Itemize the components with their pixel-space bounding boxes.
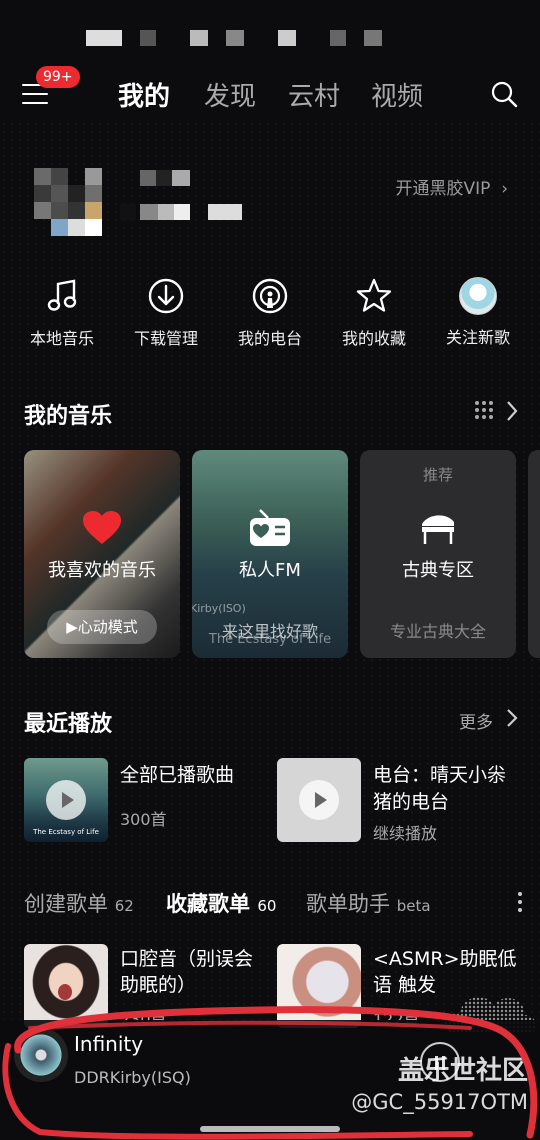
star-icon xyxy=(356,278,392,312)
radio-icon xyxy=(250,509,290,546)
recent-radio[interactable]: 电台：晴天小尜猪的电台 继续播放 xyxy=(277,758,527,843)
more-options-icon[interactable] xyxy=(518,892,524,914)
cover-detail xyxy=(58,984,72,1000)
tab-count: beta xyxy=(396,897,431,915)
card-title: 我喜欢的音乐 xyxy=(48,560,156,581)
avatar-icon xyxy=(459,277,497,315)
radio-cover xyxy=(277,758,361,842)
tab-community[interactable]: 云村 xyxy=(288,76,340,113)
music-note-icon xyxy=(47,279,77,311)
grid-chevron-icon[interactable] xyxy=(474,400,518,422)
recent-item-subtitle: 300首 xyxy=(120,810,167,829)
tab-collected-playlists[interactable]: 收藏歌单 60 xyxy=(166,888,276,918)
heart-mode-label: 心动模式 xyxy=(77,618,138,636)
recent-item-subtitle: 继续播放 xyxy=(373,824,438,843)
recent-item-title: 全部已播歌曲 xyxy=(120,764,235,786)
album-disc[interactable] xyxy=(14,1028,68,1082)
tab-discover[interactable]: 发现 xyxy=(204,76,256,113)
shortcut-label: 我的收藏 xyxy=(341,329,406,348)
album-cover: The Ecstasy of Life xyxy=(24,758,108,842)
now-playing-artist: DDRKirby(ISQ) xyxy=(74,1068,191,1087)
card-liked-music[interactable]: 我喜欢的音乐 ▶心动模式 xyxy=(24,450,180,658)
playlist-item[interactable]: 口腔音（别误会助眠的） 230首 xyxy=(24,944,254,1029)
mini-player[interactable]: Infinity DDRKirby(ISQ) 盖乐世社区 @GC_55917OT… xyxy=(0,1020,540,1120)
playlist-tabs: 创建歌单 62 收藏歌单 60 歌单助手 beta xyxy=(24,888,524,924)
card-next[interactable] xyxy=(528,450,540,658)
cover-credit: Kirby(ISO) xyxy=(192,602,246,615)
tab-video[interactable]: 视频 xyxy=(371,76,423,113)
card-title: 古典专区 xyxy=(402,560,474,581)
more-label: 更多 xyxy=(459,713,493,733)
heart-icon xyxy=(83,511,121,544)
heart-mode-button[interactable]: ▶心动模式 xyxy=(47,610,157,644)
status-bar xyxy=(0,0,540,60)
shortcut-favorites[interactable]: 我的收藏 xyxy=(322,276,426,349)
tab-playlist-assistant[interactable]: 歌单助手 beta xyxy=(306,888,431,918)
card-title: 私人FM xyxy=(239,560,301,581)
piano-icon xyxy=(422,515,454,544)
playlist-title: 口腔音（别误会助眠的） xyxy=(120,948,254,996)
playlist-cover xyxy=(277,944,361,1028)
shortcut-new-songs[interactable]: 关注新歌 xyxy=(426,276,530,348)
shortcut-label: 关注新歌 xyxy=(445,328,510,347)
playlist-cover xyxy=(24,944,108,1028)
recent-all-played[interactable]: The Ecstasy of Life 全部已播歌曲 300首 xyxy=(24,758,254,842)
cover-text: The Ecstasy of Life xyxy=(33,828,99,836)
shortcut-label: 本地音乐 xyxy=(29,329,94,348)
tab-created-playlists[interactable]: 创建歌单 62 xyxy=(24,888,134,918)
tab-label: 歌单助手 xyxy=(306,892,390,916)
tab-count: 62 xyxy=(114,897,134,915)
shortcut-downloads[interactable]: 下载管理 xyxy=(114,276,218,349)
notification-badge: 99+ xyxy=(36,66,80,88)
download-icon xyxy=(148,278,184,314)
card-subtitle: 专业古典大全 xyxy=(389,622,486,641)
recent-more-link[interactable]: 更多 xyxy=(459,708,493,733)
chevron-right-icon xyxy=(507,709,518,727)
tab-label: 收藏歌单 xyxy=(166,892,250,916)
play-icon[interactable] xyxy=(46,780,86,820)
tab-count: 60 xyxy=(257,897,277,915)
shortcut-row: 本地音乐 下载管理 我的电台 我的收藏 关注新歌 xyxy=(0,276,540,356)
top-navigation: 99+ 我的 发现 云村 视频 xyxy=(0,62,540,126)
chevron-right-icon: › xyxy=(495,179,508,199)
tab-mine[interactable]: 我的 xyxy=(118,76,170,113)
shortcut-label: 我的电台 xyxy=(237,329,302,348)
play-icon[interactable] xyxy=(299,780,339,820)
card-classical[interactable]: 推荐 古典专区 专业古典大全 xyxy=(360,450,516,658)
cover-text: The Ecstasy of Life xyxy=(208,632,332,647)
recent-list: The Ecstasy of Life 全部已播歌曲 300首 电台：晴天小尜猪… xyxy=(0,758,540,844)
recent-title: 最近播放 xyxy=(24,712,113,737)
vip-link-label: 开通黑胶VIP xyxy=(395,179,491,199)
shortcut-label: 下载管理 xyxy=(133,329,198,348)
shortcut-local-music[interactable]: 本地音乐 xyxy=(10,276,114,349)
watermark-text: 盖乐世社区 xyxy=(397,1056,528,1086)
vip-link[interactable]: 开通黑胶VIP › xyxy=(395,174,508,199)
podcast-icon xyxy=(252,278,288,314)
profile-section[interactable]: 开通黑胶VIP › xyxy=(0,160,540,250)
tab-label: 创建歌单 xyxy=(24,892,108,916)
home-indicator[interactable] xyxy=(200,1126,340,1132)
my-music-cards: 我喜欢的音乐 ▶心动模式 私人FM Kirby(ISO) 来这里找好歌 The … xyxy=(24,450,540,660)
recent-item-title: 电台：晴天小尜猪的电台 xyxy=(373,764,507,813)
watermark-id: @GC_55917OTM xyxy=(351,1090,528,1114)
search-icon[interactable] xyxy=(490,80,518,108)
card-tag: 推荐 xyxy=(422,466,453,484)
shortcut-my-radio[interactable]: 我的电台 xyxy=(218,276,322,349)
now-playing-title: Infinity xyxy=(74,1032,144,1056)
my-music-title: 我的音乐 xyxy=(24,404,113,429)
card-personal-fm[interactable]: 私人FM Kirby(ISO) 来这里找好歌 The Ecstasy of Li… xyxy=(192,450,348,658)
